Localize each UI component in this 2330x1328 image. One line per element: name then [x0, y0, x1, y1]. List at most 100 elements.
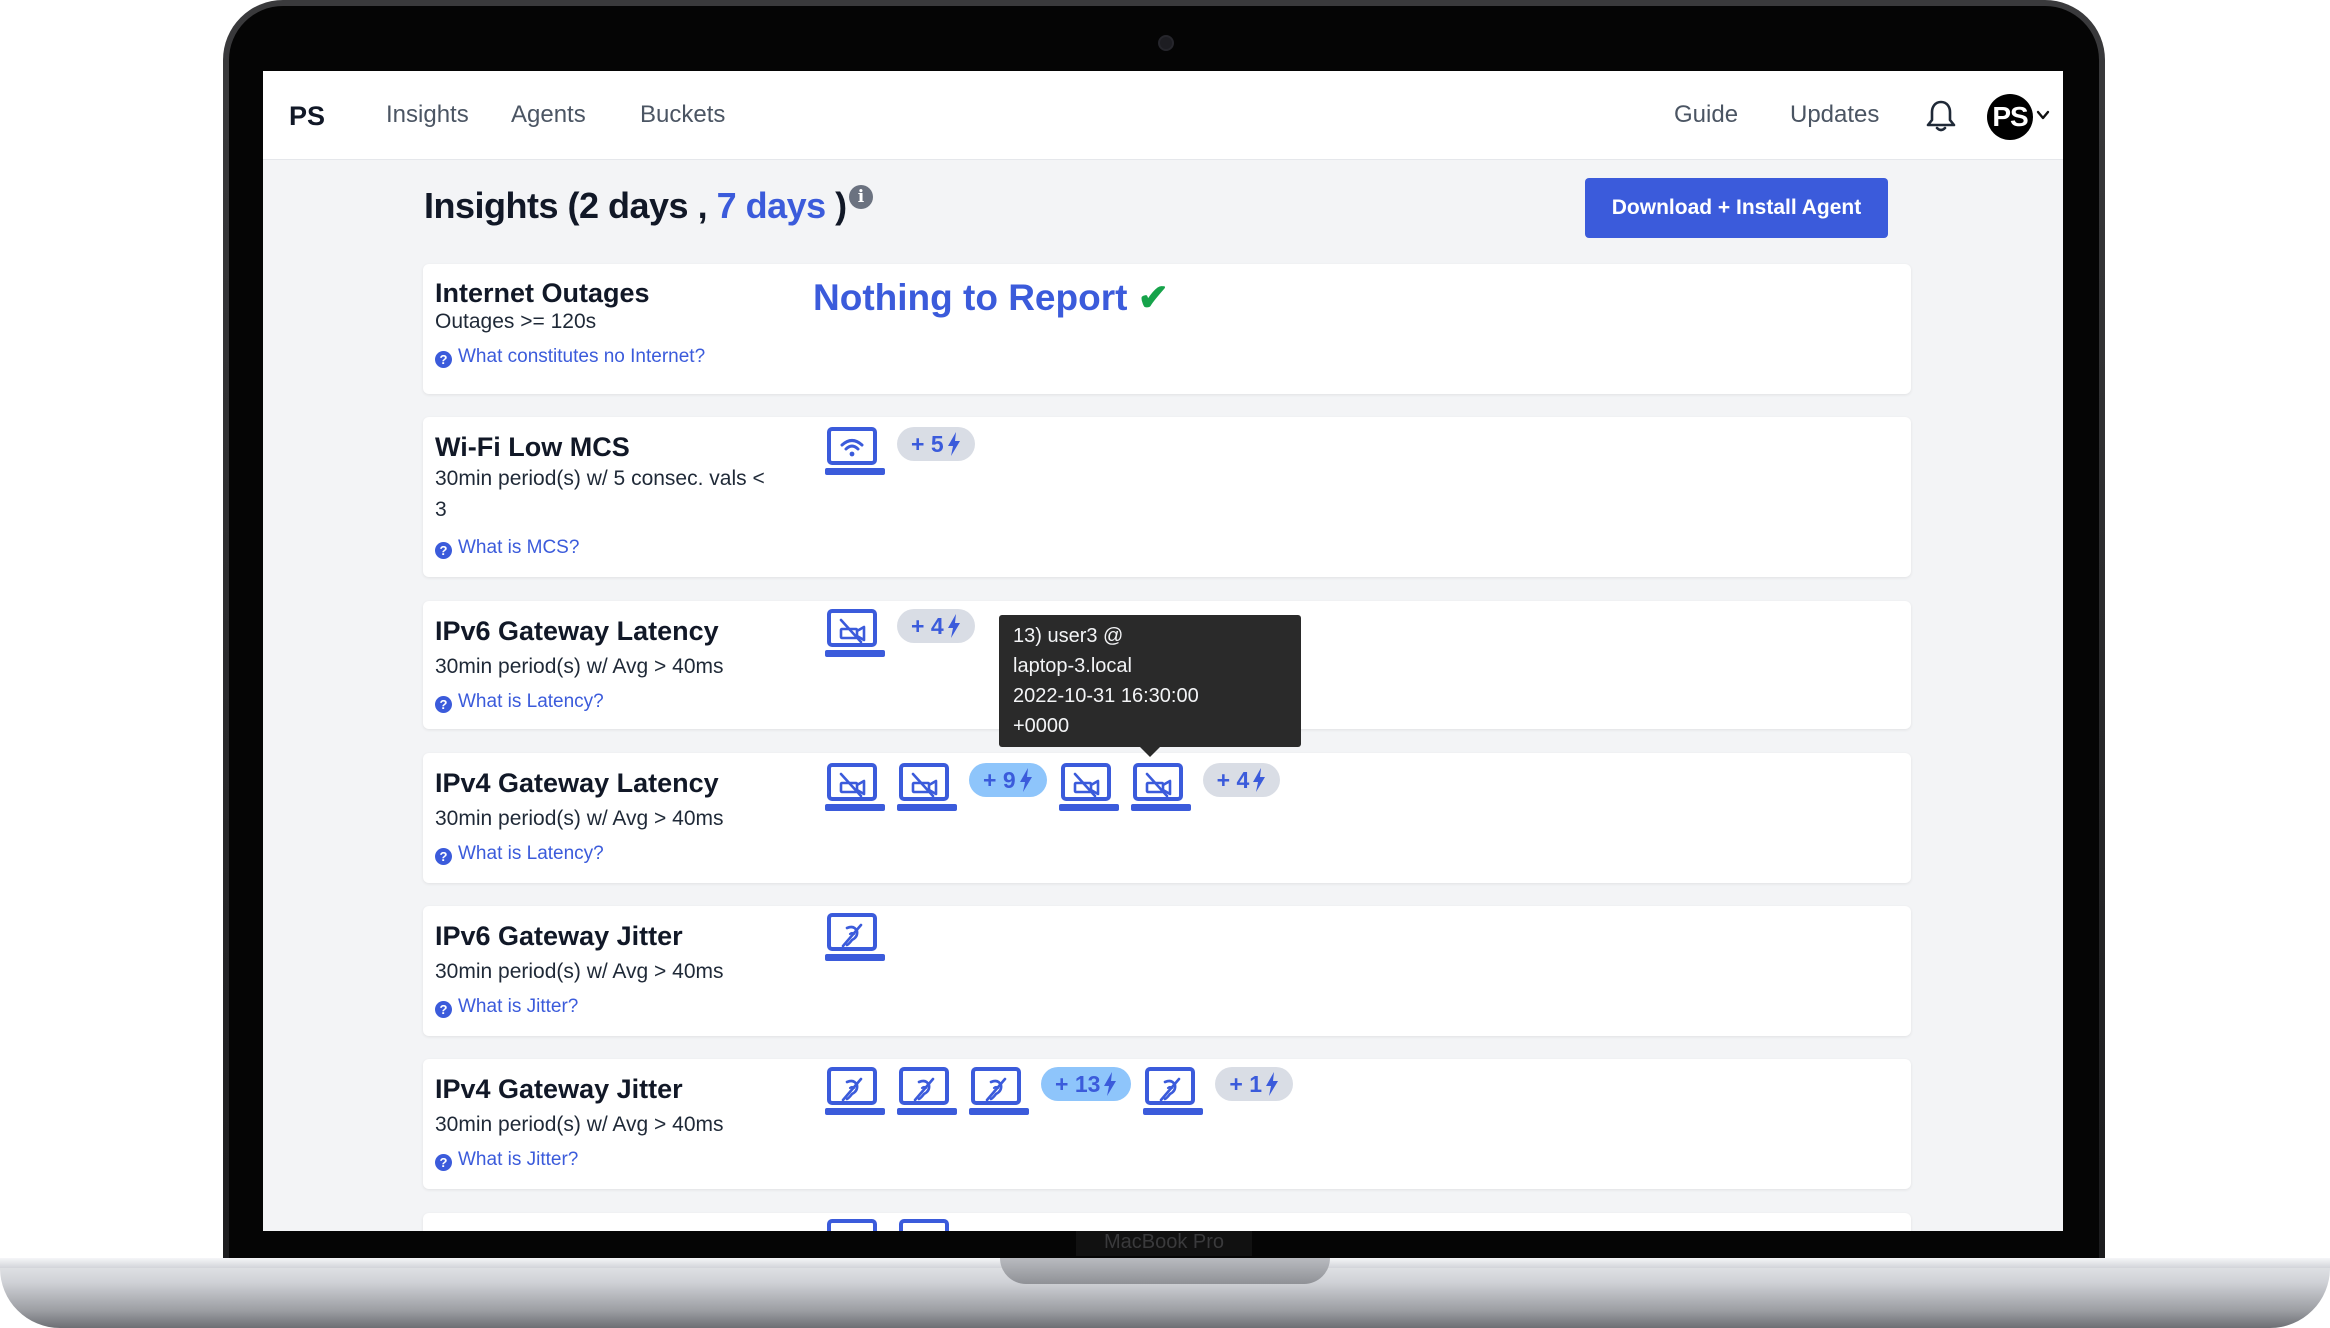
wifi-laptop-icon[interactable] [825, 427, 885, 479]
card-title: IPv6 Gateway Jitter [435, 921, 683, 951]
info-icon[interactable]: i [848, 185, 873, 209]
agent-icons: + 13 + 1 [825, 1067, 1305, 1119]
jitter-laptop-icon[interactable] [1143, 1067, 1204, 1119]
brand-label: MacBook Pro [1076, 1228, 1252, 1256]
card-description: 30min period(s) w/ Avg > 40ms [435, 1113, 724, 1136]
title-separator: , [688, 185, 717, 226]
latency-laptop-icon[interactable] [897, 763, 957, 815]
title-prefix: Insights ( [424, 185, 580, 226]
bolt-icon [1253, 768, 1266, 792]
card-wifi-low-mcs: Wi-Fi Low MCS 30min period(s) w/ 5 conse… [423, 417, 1911, 577]
range-7-days[interactable]: 7 days [717, 185, 827, 226]
nav-buckets[interactable]: Buckets [640, 101, 725, 129]
agent-icons: + 5 [825, 427, 987, 479]
help-link-label: What is Latency? [458, 691, 604, 712]
more-agents-badge[interactable]: + 9 [969, 763, 1047, 797]
tooltip-line: 13) user3 @ [1013, 625, 1124, 647]
title-suffix: ) [825, 185, 847, 226]
help-link-label: What is Latency? [458, 843, 604, 864]
agent-icons: + 4 [825, 609, 987, 661]
question-icon: ? [435, 1001, 452, 1018]
more-agents-badge[interactable]: + 13 [1041, 1067, 1132, 1101]
latency-laptop-icon[interactable] [825, 609, 885, 661]
bolt-icon [947, 432, 960, 456]
badge-count: + 1 [1229, 1070, 1263, 1097]
badge-count: + 5 [911, 430, 944, 457]
nav-insights[interactable]: Insights [386, 101, 469, 129]
tooltip-arrow [1140, 747, 1160, 757]
question-icon: ? [435, 848, 452, 865]
latency-laptop-icon[interactable] [825, 763, 885, 815]
more-agents-badge[interactable]: + 4 [1202, 763, 1281, 797]
help-link[interactable]: ? What is Jitter? [435, 1149, 578, 1171]
card-ipv6-gateway-jitter: IPv6 Gateway Jitter 30min period(s) w/ A… [423, 906, 1911, 1036]
tooltip-line: +0000 [1013, 715, 1070, 737]
nav-updates[interactable]: Updates [1790, 101, 1879, 129]
card-internet-outages: Internet Outages Outages >= 120s ? What c… [423, 264, 1911, 394]
badge-count: + 13 [1055, 1070, 1101, 1097]
jitter-laptop-icon[interactable] [969, 1067, 1029, 1119]
agent-icons: + 9 + 4 [825, 763, 1292, 815]
download-install-agent-button[interactable]: Download + Install Agent [1585, 178, 1888, 238]
laptop-icon[interactable] [825, 1219, 885, 1231]
nav-guide[interactable]: Guide [1674, 101, 1738, 129]
latency-laptop-icon[interactable] [1130, 763, 1191, 815]
bolt-icon [1266, 1072, 1279, 1096]
help-link[interactable]: ? What is Latency? [435, 843, 604, 865]
more-agents-badge[interactable]: + 1 [1215, 1067, 1294, 1101]
help-link-label: What is MCS? [458, 537, 580, 558]
jitter-laptop-icon[interactable] [825, 913, 885, 965]
report-text: Nothing to Report [813, 277, 1128, 318]
card-title: Internet Outages [435, 278, 650, 308]
card-title: IPv6 Gateway Latency [435, 616, 719, 646]
help-link[interactable]: ? What is Latency? [435, 691, 604, 713]
check-icon: ✔ [1137, 277, 1169, 318]
bell-icon[interactable] [1925, 99, 1957, 133]
card-description: Outages >= 120s [435, 310, 597, 333]
badge-count: + 4 [1216, 766, 1250, 793]
help-link[interactable]: ? What is Jitter? [435, 996, 578, 1018]
help-link-label: What is Jitter? [458, 1149, 579, 1170]
card-description: 30min period(s) w/ Avg > 40ms [435, 960, 724, 983]
card-description: 30min period(s) w/ Avg > 40ms [435, 807, 724, 830]
range-2-days[interactable]: 2 days [579, 185, 689, 226]
more-agents-badge[interactable]: + 4 [897, 609, 975, 643]
question-icon: ? [435, 1154, 452, 1171]
help-link-label: What constitutes no Internet? [458, 346, 706, 367]
more-agents-badge[interactable]: + 5 [897, 427, 975, 461]
card-title: Wi-Fi Low MCS [435, 432, 630, 462]
badge-count: + 9 [983, 766, 1016, 793]
help-link[interactable]: ? What is MCS? [435, 537, 579, 559]
avatar[interactable]: PS [1987, 94, 2033, 140]
bolt-icon [1019, 768, 1032, 792]
navbar: PS Insights Agents Buckets Guide Updates… [263, 71, 2063, 160]
laptop-icon[interactable] [897, 1219, 957, 1231]
card-description: 30min period(s) w/ Avg > 40ms [435, 655, 724, 678]
bolt-icon [947, 614, 960, 638]
latency-laptop-icon[interactable] [1058, 763, 1119, 815]
nothing-to-report: Nothing to Report ✔ [813, 276, 1169, 319]
laptop-notch [1000, 1258, 1330, 1284]
agent-tooltip: 13) user3 @ laptop-3.local 2022-10-31 16… [999, 615, 1301, 747]
tooltip-line: laptop-3.local [1013, 655, 1132, 677]
agent-icons-partial [825, 1219, 969, 1231]
tooltip-line: 2022-10-31 16:30:00 [1013, 685, 1199, 707]
logo[interactable]: PS [289, 101, 325, 132]
camera-icon [1158, 35, 1174, 51]
bolt-icon [1104, 1072, 1117, 1096]
agent-icons [825, 913, 897, 965]
card-ipv4-gateway-jitter: IPv4 Gateway Jitter 30min period(s) w/ A… [423, 1059, 1911, 1189]
card-title: IPv4 Gateway Jitter [435, 1074, 683, 1104]
nav-agents[interactable]: Agents [511, 101, 586, 129]
question-icon: ? [435, 542, 452, 559]
badge-count: + 4 [911, 612, 944, 639]
question-icon: ? [435, 351, 452, 368]
screen: PS Insights Agents Buckets Guide Updates… [263, 71, 2063, 1231]
card-next-partial [423, 1213, 1911, 1231]
help-link[interactable]: ? What constitutes no Internet? [435, 346, 705, 368]
card-ipv4-gateway-latency: IPv4 Gateway Latency 30min period(s) w/ … [423, 753, 1911, 883]
card-description: 30min period(s) w/ 5 consec. vals < 3 [435, 467, 765, 521]
chevron-down-icon[interactable] [2035, 107, 2051, 123]
jitter-laptop-icon[interactable] [825, 1067, 885, 1119]
jitter-laptop-icon[interactable] [897, 1067, 957, 1119]
